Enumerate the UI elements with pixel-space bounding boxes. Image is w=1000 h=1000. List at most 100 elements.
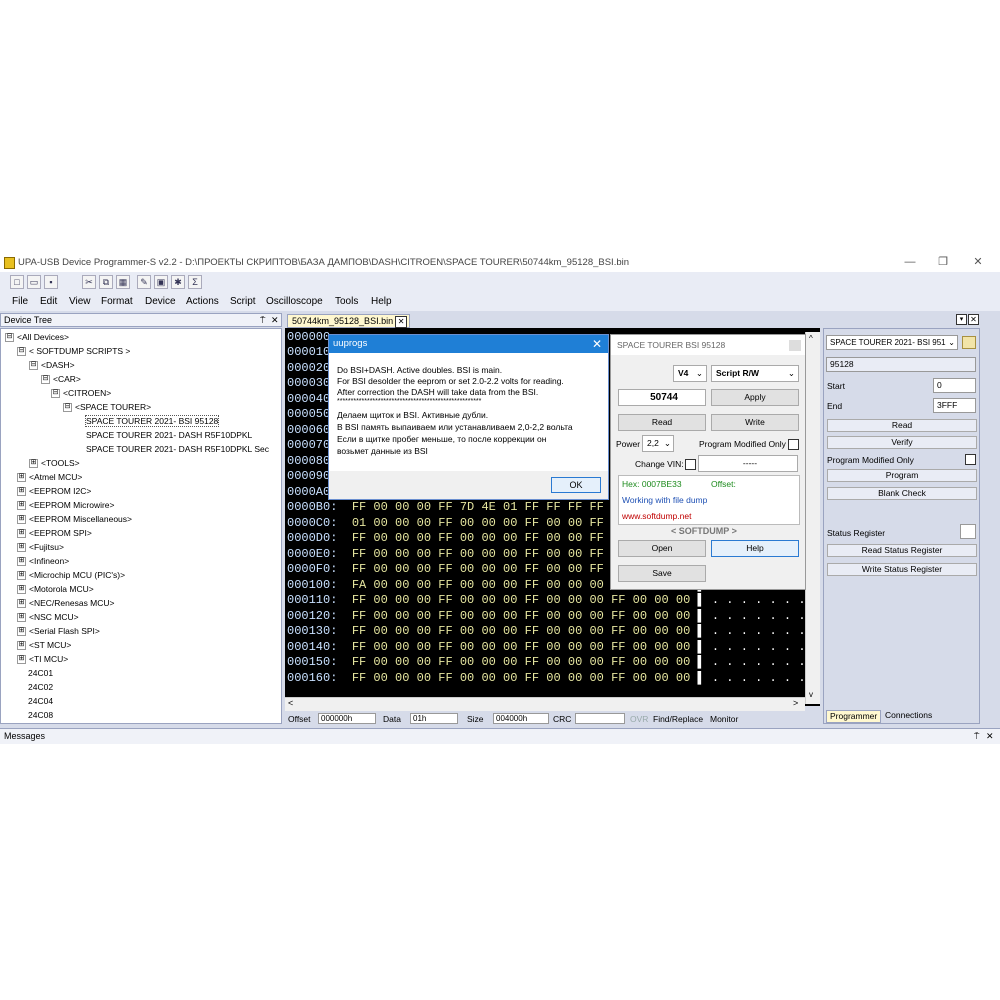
start-input[interactable]: 0 (933, 378, 976, 393)
version-select[interactable]: V4 ⌄ (673, 365, 707, 382)
tree-node[interactable]: ⊞ <EEPROM Miscellaneous> (17, 514, 132, 525)
save-icon[interactable]: ▪ (44, 275, 58, 289)
scroll-right-icon[interactable]: > (793, 698, 798, 708)
mode-select[interactable]: Script R/W ⌄ (711, 365, 799, 382)
close-icon[interactable]: ✕ (968, 314, 979, 325)
sigma-icon[interactable]: Σ (188, 275, 202, 289)
tree-node[interactable]: SPACE TOURER 2021- DASH R5F10DPKL (86, 430, 252, 440)
menu-format[interactable]: Format (101, 296, 133, 307)
open-folder-icon[interactable]: ▭ (27, 275, 41, 289)
vertical-scrollbar[interactable]: ^ v (805, 332, 820, 704)
scroll-up-icon[interactable]: ^ (809, 334, 813, 343)
change-vin-checkbox[interactable] (685, 459, 696, 470)
new-file-icon[interactable]: □ (10, 275, 24, 289)
collapse-icon[interactable]: ⊟ (63, 403, 72, 413)
menu-script[interactable]: Script (230, 296, 256, 307)
ok-button[interactable]: OK (551, 477, 601, 493)
menu-help[interactable]: Help (371, 296, 392, 307)
tree-node[interactable]: ⊟ <All Devices> (5, 332, 69, 343)
tree-node[interactable]: ⊞ <EEPROM Microwire> (17, 500, 115, 511)
scroll-down-icon[interactable]: v (809, 690, 813, 699)
scroll-left-icon[interactable]: < (288, 698, 293, 708)
power-select[interactable]: 2,2 ⌄ (642, 435, 674, 452)
help-button[interactable]: Help (711, 540, 799, 557)
tree-node[interactable]: ⊞ <NSC MCU> (17, 612, 79, 623)
menu-device[interactable]: Device (145, 296, 176, 307)
expand-icon[interactable]: ⊞ (17, 613, 26, 623)
tree-node[interactable]: ⊞ <Fujitsu> (17, 542, 64, 553)
tree-node[interactable]: ⊞ <EEPROM I2C> (17, 486, 91, 497)
expand-icon[interactable]: ⊞ (17, 585, 26, 595)
tree-node[interactable]: ⊟ <SPACE TOURER> (63, 402, 151, 413)
expand-icon[interactable]: ⊞ (17, 501, 26, 511)
minimize-button[interactable]: — (900, 255, 920, 269)
expand-icon[interactable]: ⊞ (17, 655, 26, 665)
expand-icon[interactable]: ⊞ (17, 543, 26, 553)
dropdown-icon[interactable]: ▾ (956, 314, 967, 325)
collapse-icon[interactable]: ⊟ (41, 375, 50, 385)
expand-icon[interactable]: ⊞ (17, 641, 26, 651)
write-status-register-button[interactable]: Write Status Register (827, 563, 977, 576)
mileage-input[interactable]: 50744 (618, 389, 706, 406)
read-button[interactable]: Read (827, 419, 977, 432)
collapse-icon[interactable]: ⊟ (5, 333, 14, 343)
end-input[interactable]: 3FFF (933, 398, 976, 413)
collapse-icon[interactable]: ⊟ (51, 389, 60, 399)
tree-node[interactable]: ⊞ <Microchip MCU (PIC's)> (17, 570, 125, 581)
menu-view[interactable]: View (69, 296, 91, 307)
tree-node[interactable]: ⊞ <Motorola MCU> (17, 584, 94, 595)
tab-programmer[interactable]: Programmer (826, 710, 882, 723)
menu-oscilloscope[interactable]: Oscilloscope (266, 296, 323, 307)
device-info-icon[interactable] (962, 336, 976, 349)
save-button[interactable]: Save (618, 565, 706, 582)
tab-file[interactable]: 50744km_95128_BSI.bin ✕ (287, 314, 411, 328)
collapse-icon[interactable]: ⊟ (29, 361, 38, 371)
program-modified-checkbox[interactable] (788, 439, 799, 450)
pin-icon[interactable]: ⍑ (260, 314, 265, 326)
apply-button[interactable]: Apply (711, 389, 799, 406)
tree-node[interactable]: ⊟ < SOFTDUMP SCRIPTS > (17, 346, 130, 357)
monitor-link[interactable]: Monitor (710, 714, 738, 724)
tree-node[interactable]: 24C08 (28, 710, 53, 720)
expand-icon[interactable]: ⊞ (17, 529, 26, 539)
menu-actions[interactable]: Actions (186, 296, 219, 307)
tree-node[interactable]: ⊞ <TI MCU> (17, 654, 68, 665)
tree-node[interactable]: ⊞ <Infineon> (17, 556, 69, 567)
grid-icon[interactable]: ▦ (116, 275, 130, 289)
website-link[interactable]: www.softdump.net (622, 511, 691, 521)
verify-button[interactable]: Verify (827, 436, 977, 449)
expand-icon[interactable]: ⊞ (17, 515, 26, 525)
tree-node[interactable]: ⊞ <ST MCU> (17, 640, 71, 651)
horizontal-scrollbar[interactable]: < > (285, 697, 805, 711)
vin-input[interactable]: ----- (698, 455, 798, 472)
read-status-register-button[interactable]: Read Status Register (827, 544, 977, 557)
tree-node[interactable]: ⊞ <Serial Flash SPI> (17, 626, 100, 637)
write-button[interactable]: Write (711, 414, 799, 431)
tree-node[interactable]: ⊞ <TOOLS> (29, 458, 80, 469)
cut-icon[interactable]: ✂ (82, 275, 96, 289)
tree-node[interactable]: ⊞ <EEPROM SPI> (17, 528, 92, 539)
maximize-button[interactable]: ❐ (933, 255, 953, 269)
tree-node[interactable]: ⊞ <NEC/Renesas MCU> (17, 598, 115, 609)
copy-icon[interactable]: ⧉ (99, 275, 113, 289)
tree-node[interactable]: 24C02 (28, 682, 53, 692)
program-modified-checkbox[interactable] (965, 454, 976, 465)
tree-node-selected[interactable]: SPACE TOURER 2021- BSI 95128 (84, 415, 220, 427)
tree-node[interactable]: SPACE TOURER 2021- DASH R5F10DPKL Sec (86, 444, 269, 454)
read-button[interactable]: Read (618, 414, 706, 431)
blank-check-button[interactable]: Blank Check (827, 487, 977, 500)
tree-node[interactable]: ⊟ <CAR> (41, 374, 81, 385)
tree-node[interactable]: ⊟ <DASH> (29, 360, 75, 371)
tab-connections[interactable]: Connections (882, 710, 935, 723)
close-tab-icon[interactable]: ✕ (395, 316, 408, 328)
collapse-icon[interactable]: ⊟ (17, 347, 26, 357)
expand-icon[interactable]: ⊞ (29, 459, 38, 469)
close-icon[interactable]: ✕ (271, 314, 279, 326)
tree-node[interactable]: 24C01 (28, 668, 53, 678)
device-select[interactable]: SPACE TOURER 2021- BSI 951 ⌄ (826, 335, 958, 350)
open-button[interactable]: Open (618, 540, 706, 557)
expand-icon[interactable]: ⊞ (17, 599, 26, 609)
settings-icon[interactable]: ✱ (171, 275, 185, 289)
edit-icon[interactable]: ✎ (137, 275, 151, 289)
menu-edit[interactable]: Edit (40, 296, 57, 307)
